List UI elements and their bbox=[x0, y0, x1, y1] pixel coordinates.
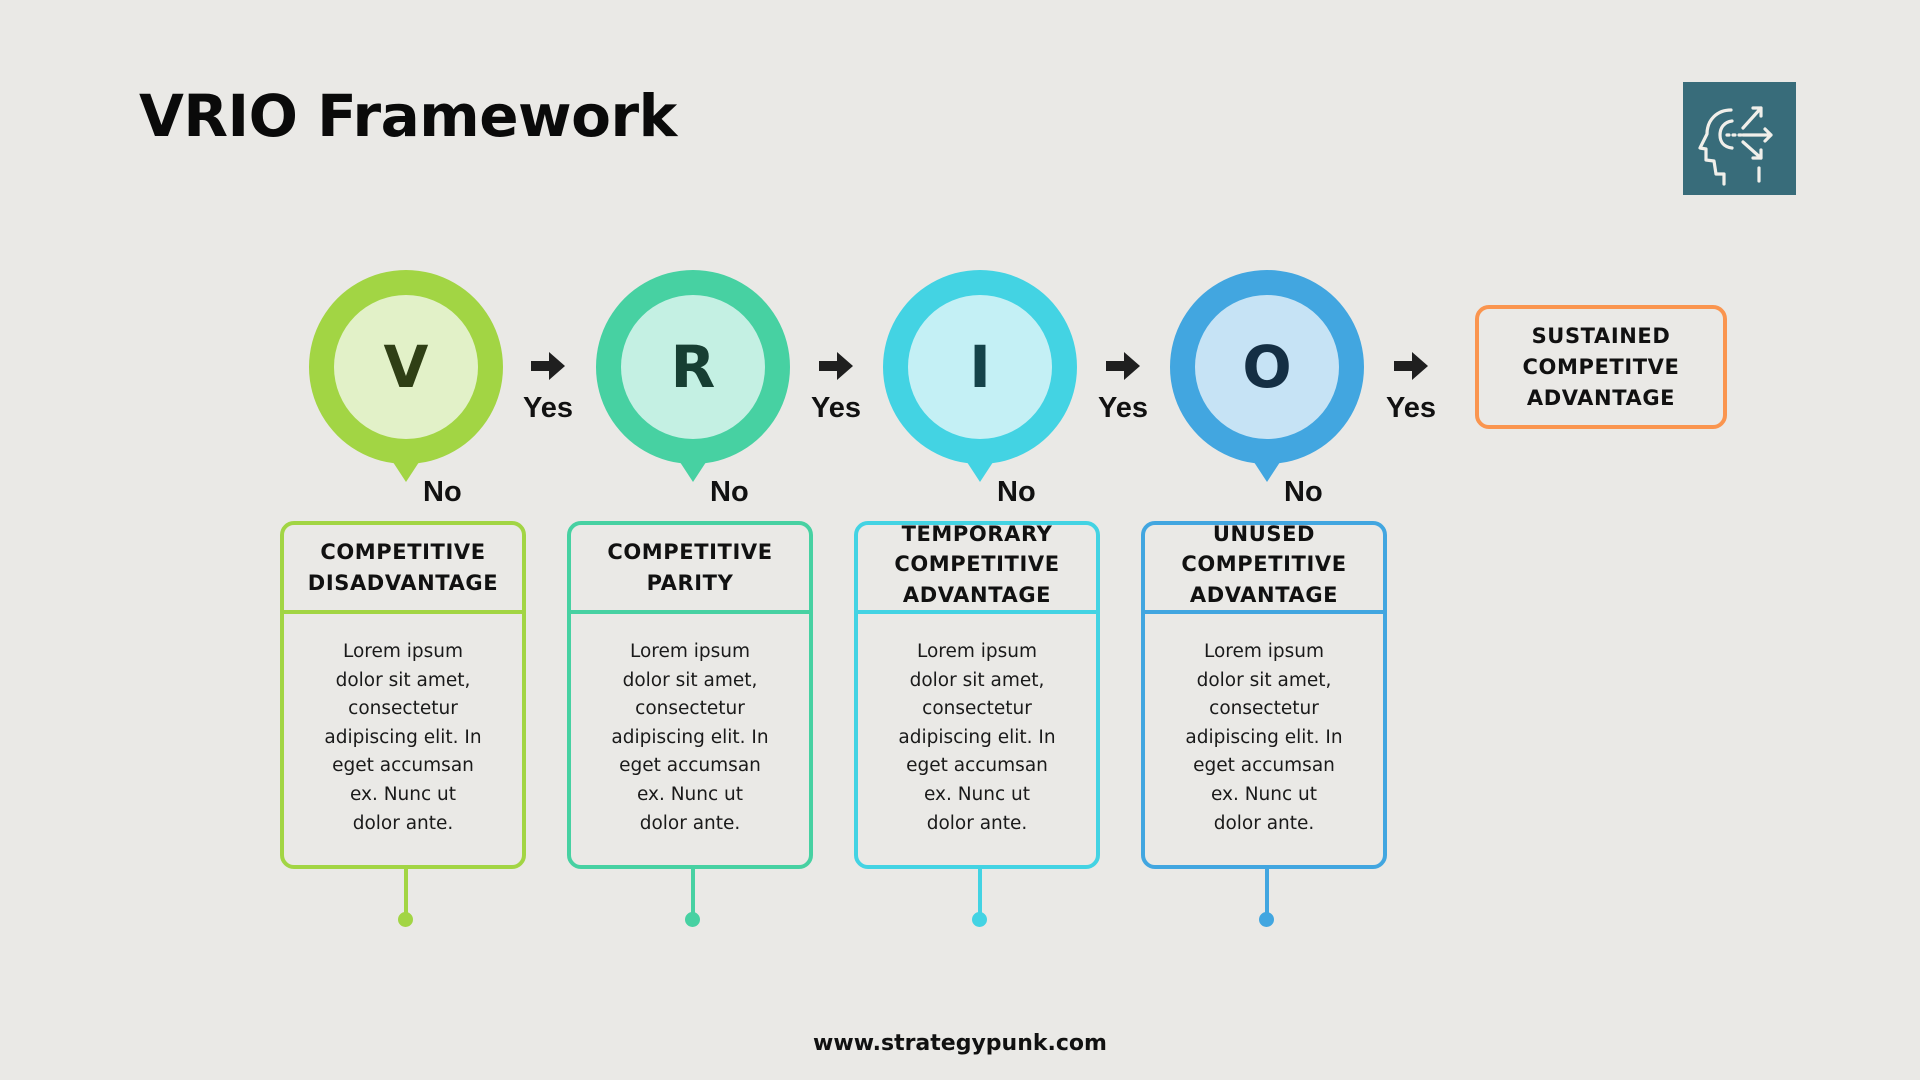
outcome-title: UNUSED COMPETITIVE ADVANTAGE bbox=[1145, 522, 1383, 614]
card-connector-dot bbox=[685, 912, 700, 927]
description-line: ex. Nunc ut bbox=[349, 783, 457, 805]
description-line: eget accumsan bbox=[619, 755, 761, 777]
step-letter: R bbox=[670, 333, 716, 401]
description-line: dolor sit amet, bbox=[622, 669, 758, 691]
description-line: eget accumsan bbox=[906, 755, 1048, 777]
description-line: adipiscing elit. In bbox=[324, 726, 482, 748]
card-connector-stem bbox=[691, 869, 695, 913]
final-outcome-line: SUSTAINED bbox=[1531, 323, 1671, 348]
description-line: eget accumsan bbox=[1193, 755, 1335, 777]
description-line: ex. Nunc ut bbox=[1210, 783, 1318, 805]
outcome-title-line: COMPETITIVE bbox=[320, 539, 486, 564]
step-circle-r: R bbox=[595, 270, 790, 486]
no-label: No bbox=[997, 476, 1036, 508]
outcome-description: Lorem ipsum dolor sit amet, consectetur … bbox=[1145, 614, 1383, 838]
step-circle-i: I bbox=[882, 270, 1077, 486]
yes-label: Yes bbox=[523, 392, 573, 424]
outcome-title-line: COMPETITIVE bbox=[1181, 552, 1347, 576]
description-line: adipiscing elit. In bbox=[611, 726, 769, 748]
right-arrow-icon bbox=[531, 352, 565, 380]
yes-connector: Yes bbox=[1083, 352, 1163, 425]
yes-connector: Yes bbox=[508, 352, 588, 425]
description-line: adipiscing elit. In bbox=[898, 726, 1056, 748]
yes-label: Yes bbox=[811, 392, 861, 424]
outcome-title-line: UNUSED bbox=[1212, 521, 1316, 546]
outcome-title-line: ADVANTAGE bbox=[902, 582, 1052, 607]
outcome-title: COMPETITIVE PARITY bbox=[571, 525, 809, 614]
outcome-description: Lorem ipsum dolor sit amet, consectetur … bbox=[571, 614, 809, 838]
step-circle-o: O bbox=[1169, 270, 1364, 486]
outcome-title: TEMPORARY COMPETITIVE ADVANTAGE bbox=[858, 522, 1096, 614]
description-line: dolor sit amet, bbox=[909, 669, 1045, 691]
yes-label: Yes bbox=[1098, 392, 1148, 424]
description-line: consectetur bbox=[922, 698, 1032, 720]
outcome-title-line: DISADVANTAGE bbox=[307, 570, 499, 595]
card-connector-dot bbox=[1259, 912, 1274, 927]
description-line: dolor ante. bbox=[639, 812, 741, 834]
right-arrow-icon bbox=[819, 352, 853, 380]
final-outcome-line: COMPETITVE bbox=[1522, 354, 1680, 379]
no-label: No bbox=[1284, 476, 1323, 508]
description-line: adipiscing elit. In bbox=[1185, 726, 1343, 748]
card-connector-stem bbox=[978, 869, 982, 913]
step-letter: V bbox=[383, 333, 429, 401]
card-connector-stem bbox=[404, 869, 408, 913]
description-line: consectetur bbox=[1209, 698, 1319, 720]
yes-label: Yes bbox=[1386, 392, 1436, 424]
outcome-title-line: PARITY bbox=[646, 570, 734, 595]
outcome-title-line: COMPETITIVE bbox=[894, 552, 1060, 576]
website-link[interactable]: www.strategypunk.com bbox=[0, 1031, 1920, 1056]
outcome-card-i: TEMPORARY COMPETITIVE ADVANTAGE Lorem ip… bbox=[854, 521, 1100, 869]
description-line: Lorem ipsum bbox=[916, 641, 1038, 662]
description-line: Lorem ipsum bbox=[629, 641, 751, 662]
final-outcome-box: SUSTAINED COMPETITVE ADVANTAGE bbox=[1475, 305, 1727, 429]
outcome-description: Lorem ipsum dolor sit amet, consectetur … bbox=[284, 614, 522, 838]
description-line: Lorem ipsum bbox=[342, 641, 464, 662]
card-connector-dot bbox=[398, 912, 413, 927]
no-label: No bbox=[423, 476, 462, 508]
description-line: ex. Nunc ut bbox=[636, 783, 744, 805]
outcome-title-line: COMPETITIVE bbox=[607, 539, 773, 564]
description-line: consectetur bbox=[635, 698, 745, 720]
description-line: dolor sit amet, bbox=[1196, 669, 1332, 691]
step-circle-v: V bbox=[308, 270, 503, 486]
description-line: dolor ante. bbox=[352, 812, 454, 834]
description-line: dolor ante. bbox=[926, 812, 1028, 834]
no-label: No bbox=[710, 476, 749, 508]
description-line: eget accumsan bbox=[332, 755, 474, 777]
description-line: dolor sit amet, bbox=[335, 669, 471, 691]
vrio-flow: V No Yes COMPETITIVE DISADVANTAGE Lorem … bbox=[0, 0, 1920, 1080]
yes-connector: Yes bbox=[796, 352, 876, 425]
yes-connector: Yes bbox=[1371, 352, 1451, 425]
right-arrow-icon bbox=[1106, 352, 1140, 380]
outcome-title-line: ADVANTAGE bbox=[1189, 582, 1339, 607]
description-line: consectetur bbox=[348, 698, 458, 720]
outcome-title: COMPETITIVE DISADVANTAGE bbox=[284, 525, 522, 614]
card-connector-dot bbox=[972, 912, 987, 927]
right-arrow-icon bbox=[1394, 352, 1428, 380]
card-connector-stem bbox=[1265, 869, 1269, 913]
outcome-card-r: COMPETITIVE PARITY Lorem ipsum dolor sit… bbox=[567, 521, 813, 869]
step-letter: O bbox=[1242, 333, 1292, 401]
outcome-card-o: UNUSED COMPETITIVE ADVANTAGE Lorem ipsum… bbox=[1141, 521, 1387, 869]
final-outcome-line: ADVANTAGE bbox=[1526, 385, 1676, 410]
step-letter: I bbox=[969, 333, 991, 401]
description-line: ex. Nunc ut bbox=[923, 783, 1031, 805]
outcome-card-v: COMPETITIVE DISADVANTAGE Lorem ipsum dol… bbox=[280, 521, 526, 869]
description-line: dolor ante. bbox=[1213, 812, 1315, 834]
outcome-description: Lorem ipsum dolor sit amet, consectetur … bbox=[858, 614, 1096, 838]
outcome-title-line: TEMPORARY bbox=[901, 521, 1053, 546]
description-line: Lorem ipsum bbox=[1203, 641, 1325, 662]
